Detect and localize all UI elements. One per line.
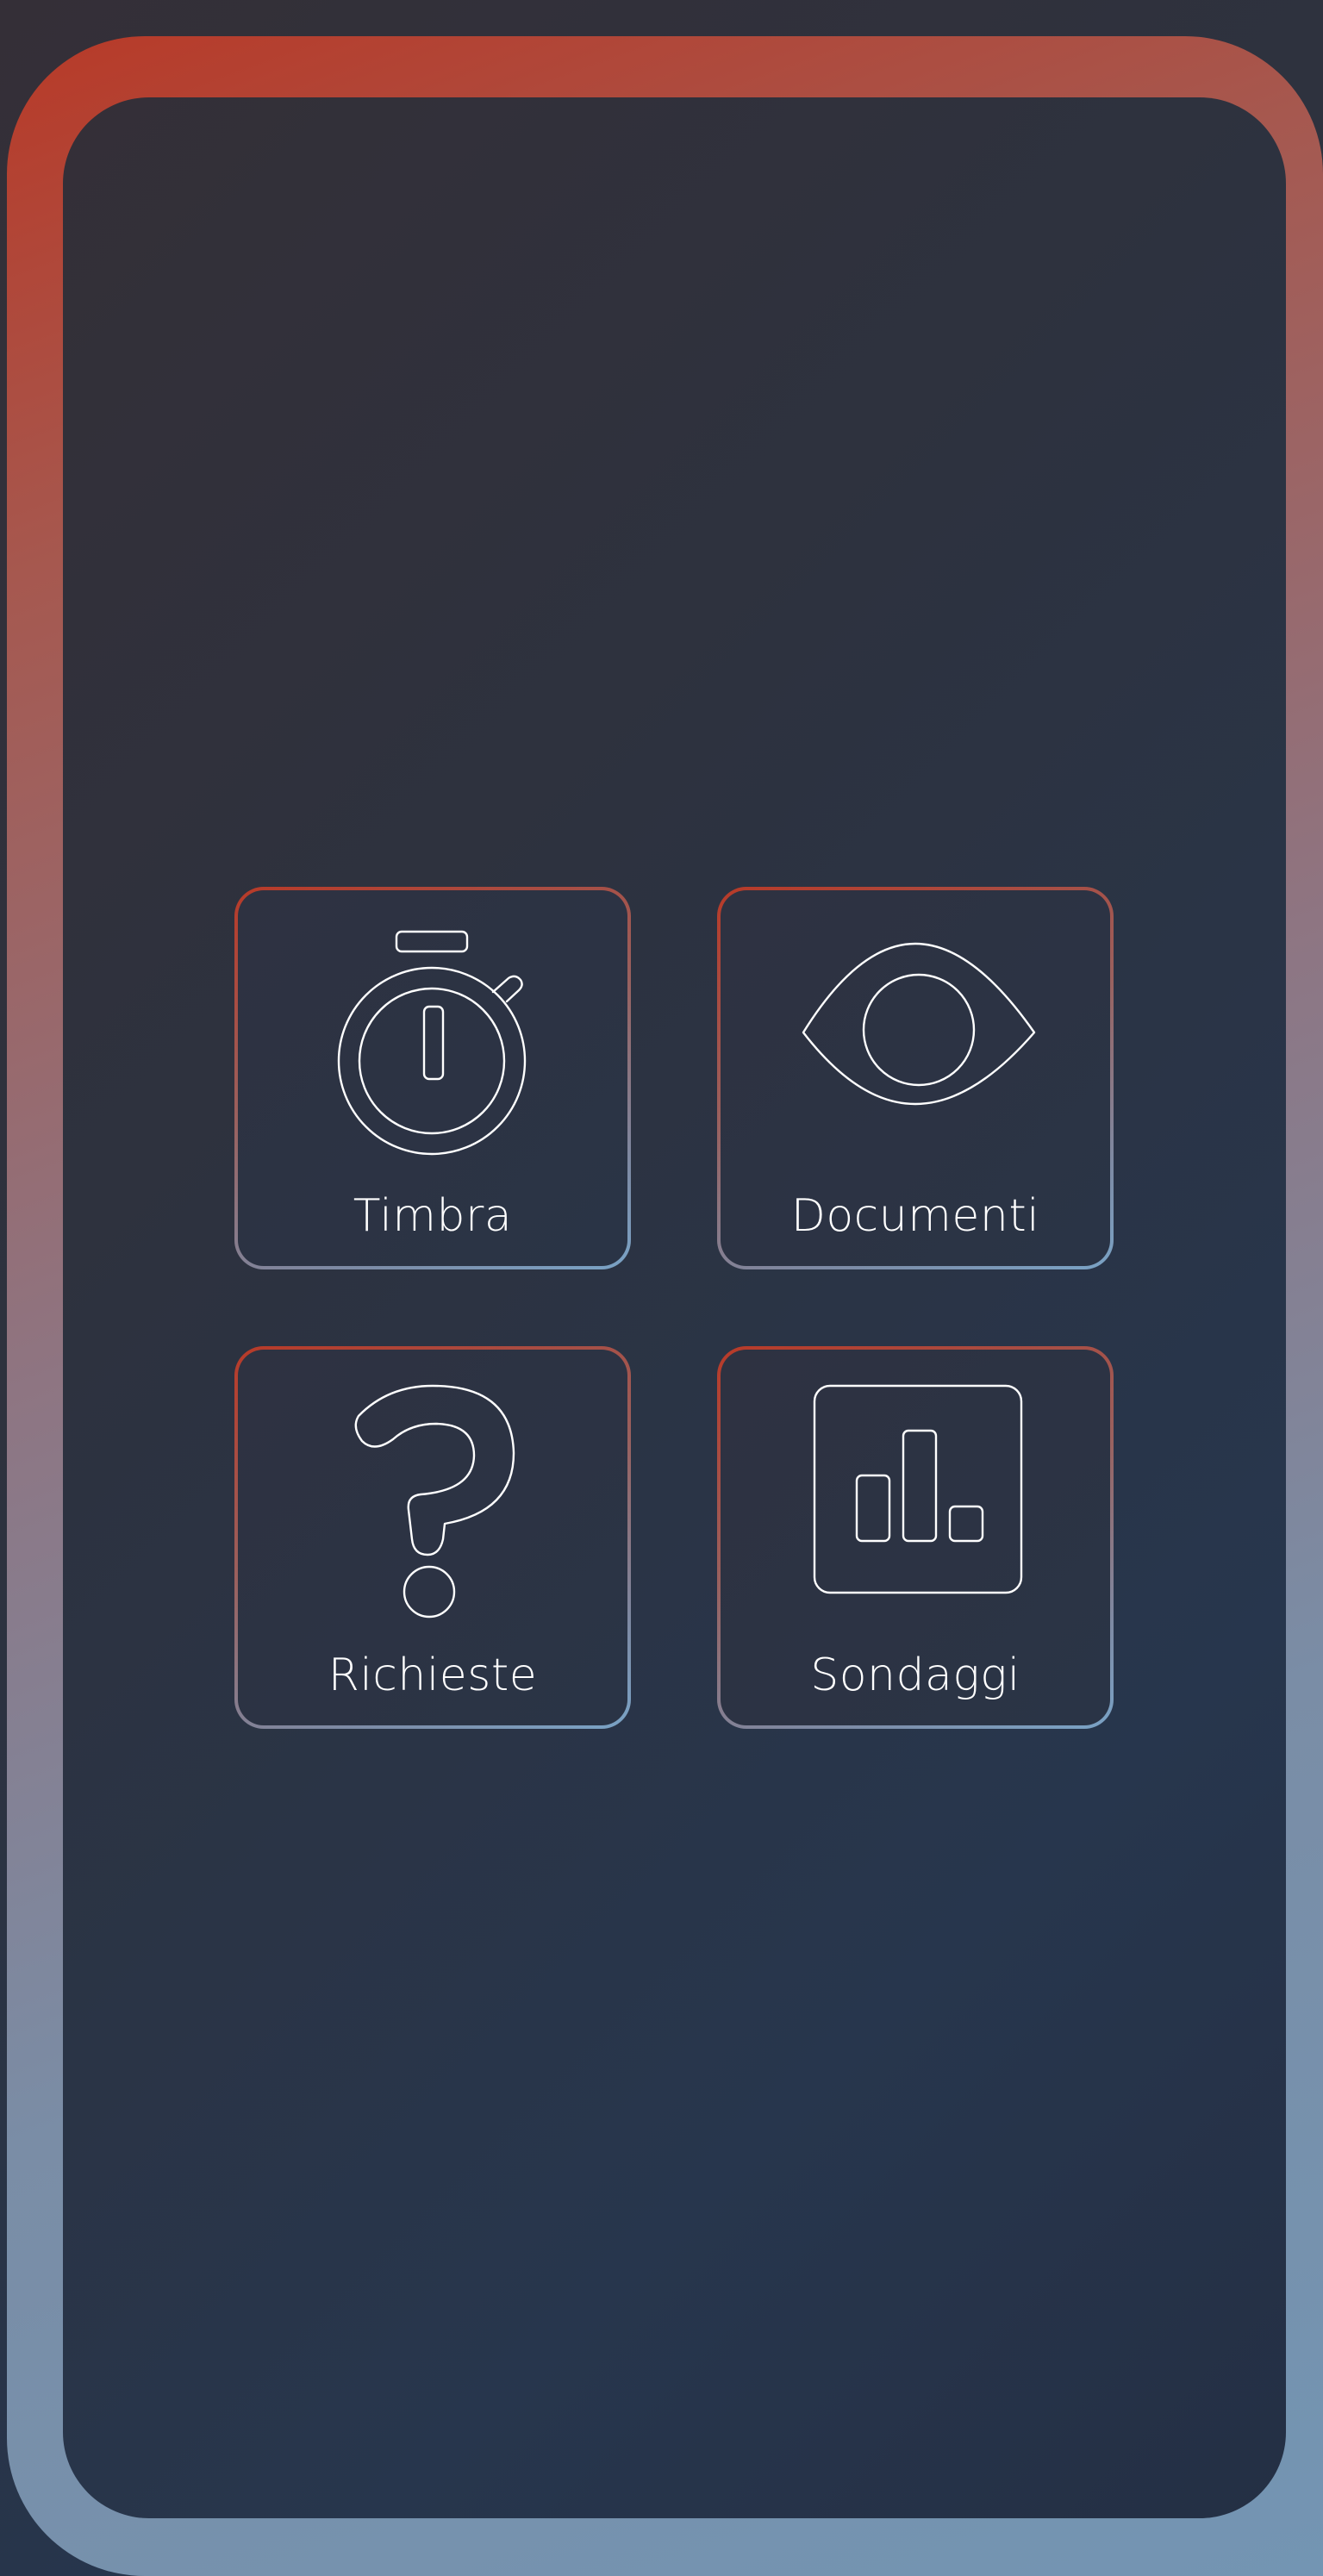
sondaggi-label: Sondaggi bbox=[810, 1650, 1020, 1701]
richieste-tile-body[interactable]: Richieste bbox=[238, 1350, 627, 1725]
sondaggi-tile-body[interactable]: Sondaggi bbox=[721, 1350, 1110, 1725]
timbra-tile-body[interactable]: Timbra bbox=[238, 890, 627, 1266]
sondaggi-tile-button[interactable]: Sondaggi bbox=[717, 1346, 1114, 1729]
screen-area bbox=[63, 97, 1286, 2518]
bar-chart-icon bbox=[813, 1384, 1023, 1594]
device-frame bbox=[7, 36, 1323, 2576]
richieste-label: Richieste bbox=[328, 1650, 538, 1701]
question-mark-icon bbox=[354, 1384, 515, 1619]
documenti-label: Documenti bbox=[790, 1190, 1040, 1242]
documenti-tile-body[interactable]: Documenti bbox=[721, 890, 1110, 1266]
documenti-tile-button[interactable]: Documenti bbox=[717, 887, 1114, 1269]
richieste-tile-button[interactable]: Richieste bbox=[234, 1346, 631, 1729]
timbra-label: Timbra bbox=[353, 1190, 513, 1242]
stopwatch-icon bbox=[337, 930, 527, 1156]
eye-icon bbox=[802, 942, 1036, 1106]
timbra-tile-button[interactable]: Timbra bbox=[234, 887, 631, 1269]
